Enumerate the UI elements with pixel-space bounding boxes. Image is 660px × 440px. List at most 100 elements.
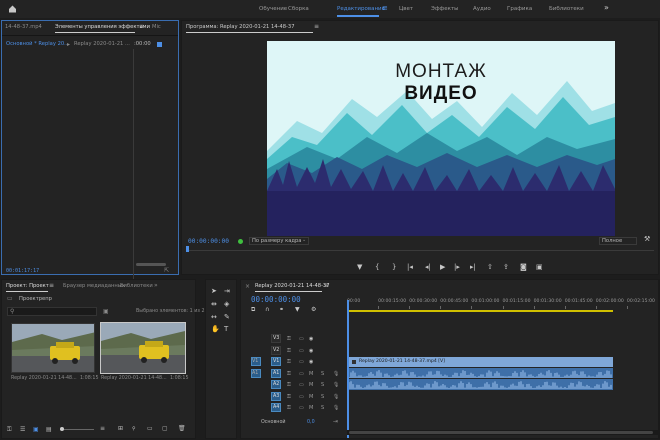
- wrench-icon[interactable]: ⚒: [644, 236, 650, 243]
- workspace-tab-graphics[interactable]: Графика: [507, 6, 532, 12]
- selection-tool-icon[interactable]: ➤: [211, 288, 217, 295]
- sequence-tab[interactable]: Replay 2020-01-21 14-48-37: [255, 283, 330, 289]
- zoom-slider[interactable]: [60, 429, 94, 430]
- lock-track-icon[interactable]: ⚿: [287, 348, 291, 354]
- track-header-v1[interactable]: V1 V1 ⚿ ▭ ◉: [241, 357, 345, 367]
- video-clip[interactable]: Replay 2020-01-21 14-48-37.mp4 [V]: [349, 357, 613, 367]
- automate-icon[interactable]: ⊞: [118, 425, 123, 432]
- find-icon[interactable]: ⚲: [132, 426, 136, 432]
- add-marker-icon[interactable]: ▼: [295, 307, 300, 313]
- lock-icon[interactable]: ⚿: [7, 426, 12, 434]
- program-timecode[interactable]: 00:00:00:00: [188, 238, 229, 245]
- track-header-a4[interactable]: A4 ⚿ ▭ M S 🎙: [241, 403, 345, 413]
- solo-button[interactable]: S: [321, 371, 324, 377]
- button-editor-icon[interactable]: ▣: [536, 264, 543, 271]
- project-search-input[interactable]: [7, 307, 97, 316]
- eye-icon[interactable]: ◉: [309, 359, 313, 365]
- type-tool-icon[interactable]: T: [224, 326, 228, 333]
- microphone-icon[interactable]: 🎙: [333, 371, 339, 377]
- workspace-tab-libraries[interactable]: Библиотеки: [549, 6, 584, 12]
- tab-audio-mixer[interactable]: Mic: [152, 24, 161, 30]
- mute-button[interactable]: M: [309, 382, 313, 388]
- lock-track-icon[interactable]: ⚿: [287, 359, 291, 365]
- timeline-scrollbar[interactable]: [347, 430, 658, 435]
- step-back-icon[interactable]: ◂|: [425, 264, 431, 271]
- audio-clip-a1[interactable]: [348, 368, 613, 378]
- tab-media-browser[interactable]: Браузер медиаданных: [63, 283, 125, 289]
- new-bin-bottom-icon[interactable]: ▭: [147, 425, 153, 432]
- dropdown-arrow-icon[interactable]: ▸: [67, 41, 70, 48]
- freeform-view-icon[interactable]: ▤: [46, 426, 52, 433]
- workspace-tab-audio[interactable]: Аудио: [473, 6, 491, 12]
- mute-button[interactable]: M: [309, 371, 313, 377]
- microphone-icon[interactable]: 🎙: [333, 382, 339, 388]
- workspace-menu-icon[interactable]: ≡: [382, 4, 388, 12]
- close-timeline-icon[interactable]: ×: [245, 283, 250, 290]
- timeline-settings-icon[interactable]: ⚙: [311, 307, 316, 313]
- mute-button[interactable]: M: [309, 405, 313, 411]
- more-workspaces-button[interactable]: »: [604, 3, 609, 12]
- media-thumbnail-selected[interactable]: [100, 322, 186, 374]
- workspace-tab-editing[interactable]: Редактирование: [337, 6, 385, 12]
- camera-icon[interactable]: ◙: [520, 264, 527, 271]
- microphone-icon[interactable]: 🎙: [333, 394, 339, 400]
- timeline-timecode[interactable]: 00:00:00:00: [251, 295, 301, 304]
- lock-track-icon[interactable]: ⚿: [287, 405, 291, 411]
- workspace-tab-learning[interactable]: Обучение: [259, 6, 287, 12]
- track-header-a3[interactable]: A3 ⚿ ▭ M S 🎙: [241, 391, 345, 402]
- track-header-a2[interactable]: A2 ⚿ ▭ M S 🎙: [241, 380, 345, 390]
- track-header-v3[interactable]: V3 ⚿ ▭ ◉: [241, 334, 345, 344]
- program-playhead[interactable]: [186, 246, 189, 252]
- lock-track-icon[interactable]: ⚿: [287, 336, 291, 342]
- sync-lock-icon[interactable]: ▭: [299, 371, 304, 377]
- lock-track-icon[interactable]: ⚿: [287, 371, 291, 377]
- timeline-menu-icon[interactable]: ≡: [324, 282, 329, 289]
- icon-view-icon[interactable]: ▣: [33, 426, 39, 433]
- new-item-icon[interactable]: ▢: [162, 425, 168, 432]
- sort-icon[interactable]: ≡: [100, 425, 105, 432]
- mark-in-icon[interactable]: {: [375, 264, 379, 271]
- tab-effect-controls[interactable]: Элементы управления эффектами: [55, 24, 150, 30]
- razor-tool-icon[interactable]: ◈: [224, 301, 229, 308]
- sync-lock-icon[interactable]: ▭: [299, 359, 304, 365]
- extract-icon[interactable]: ⇪: [503, 264, 509, 271]
- go-to-in-icon[interactable]: |◂: [407, 264, 413, 271]
- solo-button[interactable]: S: [321, 394, 324, 400]
- go-to-end-icon[interactable]: ⇥: [333, 418, 338, 425]
- sync-lock-icon[interactable]: ▭: [299, 336, 304, 342]
- linked-selection-icon[interactable]: ⚭: [279, 307, 284, 313]
- workspace-tab-assembly[interactable]: Сборка: [288, 6, 309, 12]
- playhead-marker[interactable]: [157, 42, 162, 47]
- tab-menu-icon[interactable]: ≡: [139, 23, 144, 30]
- master-clip-path[interactable]: Основной * Replay 20...: [6, 41, 69, 47]
- ripple-edit-tool-icon[interactable]: ⇹: [211, 301, 217, 308]
- add-marker-icon[interactable]: ▼: [357, 264, 362, 271]
- program-menu-icon[interactable]: ≡: [314, 23, 319, 30]
- work-area-bar[interactable]: [347, 310, 613, 312]
- master-volume[interactable]: 0,0: [307, 420, 315, 425]
- track-header-a1[interactable]: A1 A1 ⚿ ▭ M S 🎙: [241, 368, 345, 379]
- mute-button[interactable]: M: [309, 394, 313, 400]
- trash-icon[interactable]: 🗑: [178, 425, 186, 432]
- project-menu-icon[interactable]: ≡: [49, 282, 54, 289]
- program-monitor-title[interactable]: Программа: Replay 2020-01-21 14-48-37: [186, 24, 295, 30]
- pen-tool-icon[interactable]: ✎: [224, 314, 230, 321]
- track-select-tool-icon[interactable]: ⇥: [224, 288, 230, 295]
- lift-icon[interactable]: ⇧: [487, 264, 493, 271]
- program-scrub-bar[interactable]: [186, 250, 654, 251]
- nest-icon[interactable]: ⧉: [251, 307, 255, 313]
- eye-icon[interactable]: ◉: [309, 348, 313, 354]
- tab-source-clip[interactable]: 14-48-37.mp4: [5, 24, 42, 30]
- workspace-tab-effects[interactable]: Эффекты: [431, 6, 459, 12]
- slip-tool-icon[interactable]: ↔: [211, 314, 217, 321]
- tab-libraries[interactable]: Библиотеки: [120, 283, 153, 289]
- mark-out-icon[interactable]: }: [392, 264, 396, 271]
- play-icon[interactable]: ▶: [440, 264, 445, 271]
- solo-button[interactable]: S: [321, 382, 324, 388]
- zoom-slider-handle[interactable]: [60, 427, 64, 431]
- hand-tool-icon[interactable]: ✋: [211, 326, 220, 333]
- go-to-out-icon[interactable]: ▸|: [470, 264, 476, 271]
- sync-lock-icon[interactable]: ▭: [299, 394, 304, 400]
- microphone-icon[interactable]: 🎙: [333, 405, 339, 411]
- snap-icon[interactable]: ∩: [265, 307, 269, 313]
